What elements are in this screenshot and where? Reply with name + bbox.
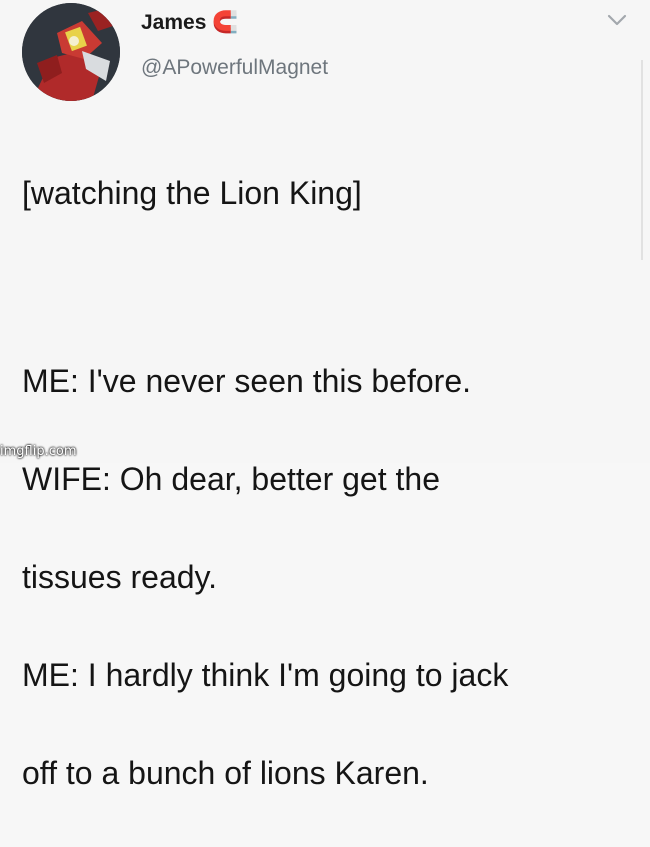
tweet-text: [watching the Lion King] ME: I've never … — [22, 120, 632, 847]
tweet-heading-line: [watching the Lion King] — [22, 175, 362, 211]
dialogue-line: tissues ready. — [22, 559, 218, 595]
dialogue-line: WIFE: Oh dear, better get the — [22, 461, 440, 497]
tweet-card: James 🧲 @APowerfulMagnet [watching the L… — [0, 0, 650, 791]
avatar[interactable] — [22, 3, 120, 101]
dialogue-line: off to a bunch of lions Karen. — [22, 755, 429, 791]
watermark: imgflip.com — [0, 444, 77, 459]
dialogue-line: ME: I've never seen this before. — [22, 363, 471, 399]
avatar-robot-icon — [22, 3, 120, 101]
user-handle[interactable]: @APowerfulMagnet — [141, 56, 328, 80]
chevron-down-icon[interactable] — [606, 12, 628, 28]
display-name[interactable]: James 🧲 — [141, 11, 238, 35]
dialogue-line: ME: I hardly think I'm going to jack — [22, 657, 509, 693]
scrollbar-track[interactable] — [641, 60, 643, 260]
